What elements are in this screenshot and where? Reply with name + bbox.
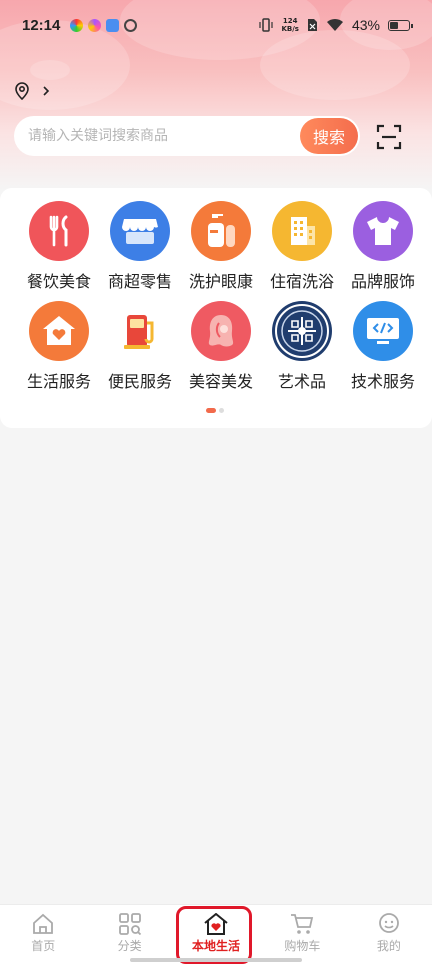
home-indicator [130,958,302,962]
category-label: 便民服务 [107,372,172,391]
status-bar: 12:14 124 KB/s 43% [0,0,432,50]
net-speed-value: 124 [282,17,298,25]
category-beauty[interactable]: 美容美发 [178,301,264,392]
app-notification-icon [88,18,102,32]
scan-icon[interactable] [374,122,404,152]
battery-icon [388,19,413,31]
category-hotel[interactable]: 住宿洗浴 [259,201,345,292]
category-label: 品牌服饰 [350,272,415,291]
battery-percent: 43% [351,17,380,33]
tab-cart[interactable]: 购物车 [259,905,345,964]
category-label: 生活服务 [26,372,91,391]
pattern-medallion-icon [272,301,332,361]
tab-mine[interactable]: 我的 [346,905,432,964]
sim-off-icon [307,19,317,31]
category-art[interactable]: 艺术品 [259,301,345,392]
page-dot [219,408,224,413]
fork-knife-icon [29,201,89,261]
gas-pump-icon [110,301,170,361]
tab-label: 分类 [117,939,142,953]
category-card: 餐饮美食 商超零售 洗护眼康 住宿洗浴 品牌服饰 生活服务 便民服务 美容美发 … [0,188,432,428]
category-label: 美容美发 [188,372,253,391]
bottom-tab-bar: 首页 分类 本地生活 购物车 我的 [0,904,432,964]
category-convenience[interactable]: 便民服务 [97,301,183,392]
grid-search-icon [118,913,141,935]
category-label: 餐饮美食 [26,272,91,291]
location-selector[interactable] [14,82,50,100]
building-icon [272,201,332,261]
tab-category[interactable]: 分类 [86,905,172,964]
tshirt-icon [353,201,413,261]
bottles-icon [191,201,251,261]
cart-icon [291,914,314,934]
tab-label: 我的 [376,939,401,953]
category-care[interactable]: 洗护眼康 [178,201,264,292]
app-notification-icon [70,18,84,32]
tab-label: 本地生活 [192,939,241,953]
search-button[interactable]: 搜索 [300,118,358,154]
category-apparel[interactable]: 品牌服饰 [340,201,426,292]
search-bar: 搜索 [14,116,360,156]
app-notification-icon [106,18,120,32]
chevron-right-icon [43,86,50,96]
local-life-icon [204,913,228,935]
category-label: 艺术品 [277,372,326,391]
category-life-service[interactable]: 生活服务 [16,301,102,392]
category-label: 洗护眼康 [188,272,253,291]
wifi-icon [326,18,343,31]
net-speed: 124 KB/s [281,17,298,33]
net-speed-unit: KB/s [281,25,299,33]
store-icon [110,201,170,261]
search-input[interactable] [14,116,300,156]
house-heart-icon [29,301,89,361]
category-supermarket[interactable]: 商超零售 [97,201,183,292]
profile-icon [378,913,399,933]
category-tech-service[interactable]: 技术服务 [340,301,426,392]
tab-label: 购物车 [284,939,321,953]
tab-home[interactable]: 首页 [0,905,86,964]
home-icon [33,913,54,934]
status-time: 12:14 [22,16,61,34]
category-catering[interactable]: 餐饮美食 [16,201,102,292]
page-dot-active [206,408,216,413]
category-label: 技术服务 [350,372,415,391]
category-label: 商超零售 [107,272,172,291]
tab-label: 首页 [31,939,56,953]
page-indicator [206,408,224,413]
woman-hair-icon [191,301,251,361]
vibrate-icon [259,18,274,32]
location-pin-icon [15,82,29,100]
category-label: 住宿洗浴 [269,272,334,291]
tab-local-life[interactable]: 本地生活 [173,905,259,964]
app-notification-icon [124,18,138,32]
notification-icons [70,18,138,32]
monitor-code-icon [353,301,413,361]
